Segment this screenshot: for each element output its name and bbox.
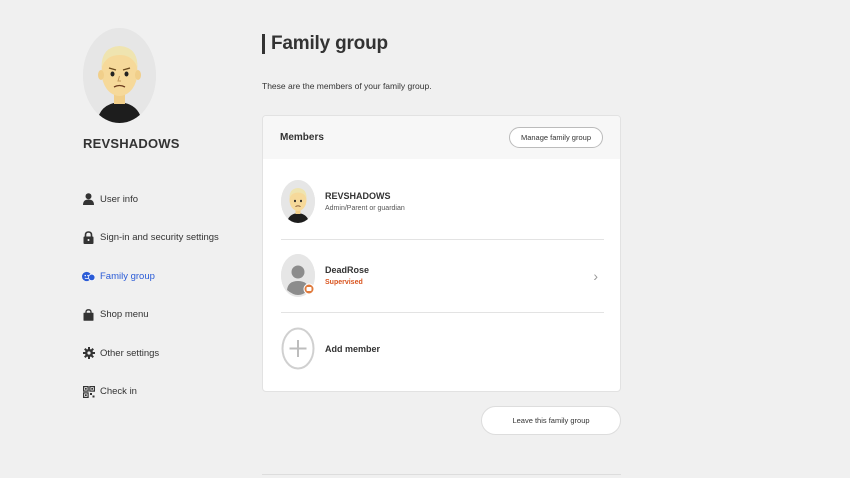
member-name: REVSHADOWS <box>325 191 391 201</box>
member-role: Admin/Parent or guardian <box>325 205 405 212</box>
add-member-button[interactable]: Add member <box>281 327 604 370</box>
gear-icon <box>82 346 95 360</box>
member-avatar <box>281 180 315 223</box>
sidebar-item-user-info[interactable]: User info <box>82 180 252 219</box>
sidebar-item-shop-menu[interactable]: Shop menu <box>82 296 252 335</box>
member-divider <box>281 239 604 240</box>
manage-family-group-button[interactable]: Manage family group <box>508 127 603 148</box>
sidebar-item-label: Family group <box>100 270 155 282</box>
person-icon <box>82 192 95 206</box>
sidebar-item-label: Shop menu <box>100 309 149 321</box>
member-row[interactable]: DeadRose Supervised › <box>281 254 604 297</box>
leave-family-group-button[interactable]: Leave this family group <box>481 406 621 435</box>
member-avatar <box>281 254 315 297</box>
profile-avatar <box>83 28 156 123</box>
sidebar-item-label: Check in <box>100 386 137 398</box>
member-name: DeadRose <box>325 265 370 275</box>
page-title: Family group <box>271 33 388 54</box>
plus-circle-icon <box>281 327 315 370</box>
chevron-right-icon[interactable]: › <box>593 268 598 284</box>
add-member-label: Add member <box>325 343 381 354</box>
sidebar-item-check-in[interactable]: Check in <box>82 373 252 412</box>
footer-divider <box>262 474 621 475</box>
sidebar-item-sign-in-security[interactable]: Sign-in and security settings <box>82 219 252 258</box>
qr-icon <box>82 385 95 399</box>
title-accent-bar <box>262 34 265 54</box>
members-card-header: Members Manage family group <box>263 116 620 159</box>
family-icon <box>82 269 95 283</box>
page-subtitle: These are the members of your family gro… <box>262 81 432 91</box>
member-divider <box>281 312 604 313</box>
bag-icon <box>82 308 95 322</box>
members-card: Members Manage family group REVSHADOWS A… <box>262 115 621 392</box>
member-status-supervised: Supervised <box>325 279 363 286</box>
sidebar-item-label: Sign-in and security settings <box>100 232 219 244</box>
sidebar-item-other-settings[interactable]: Other settings <box>82 334 252 373</box>
sidebar-nav: User info Sign-in and security settings … <box>82 180 252 411</box>
profile-username: REVSHADOWS <box>83 136 180 151</box>
page-title-wrap: Family group <box>262 33 388 55</box>
sidebar-item-label: User info <box>100 193 139 205</box>
lock-icon <box>82 231 95 245</box>
members-heading: Members <box>280 132 324 143</box>
sidebar-item-label: Other settings <box>100 347 160 359</box>
sidebar-item-family-group[interactable]: Family group <box>82 257 252 296</box>
member-row[interactable]: REVSHADOWS Admin/Parent or guardian <box>281 180 604 223</box>
